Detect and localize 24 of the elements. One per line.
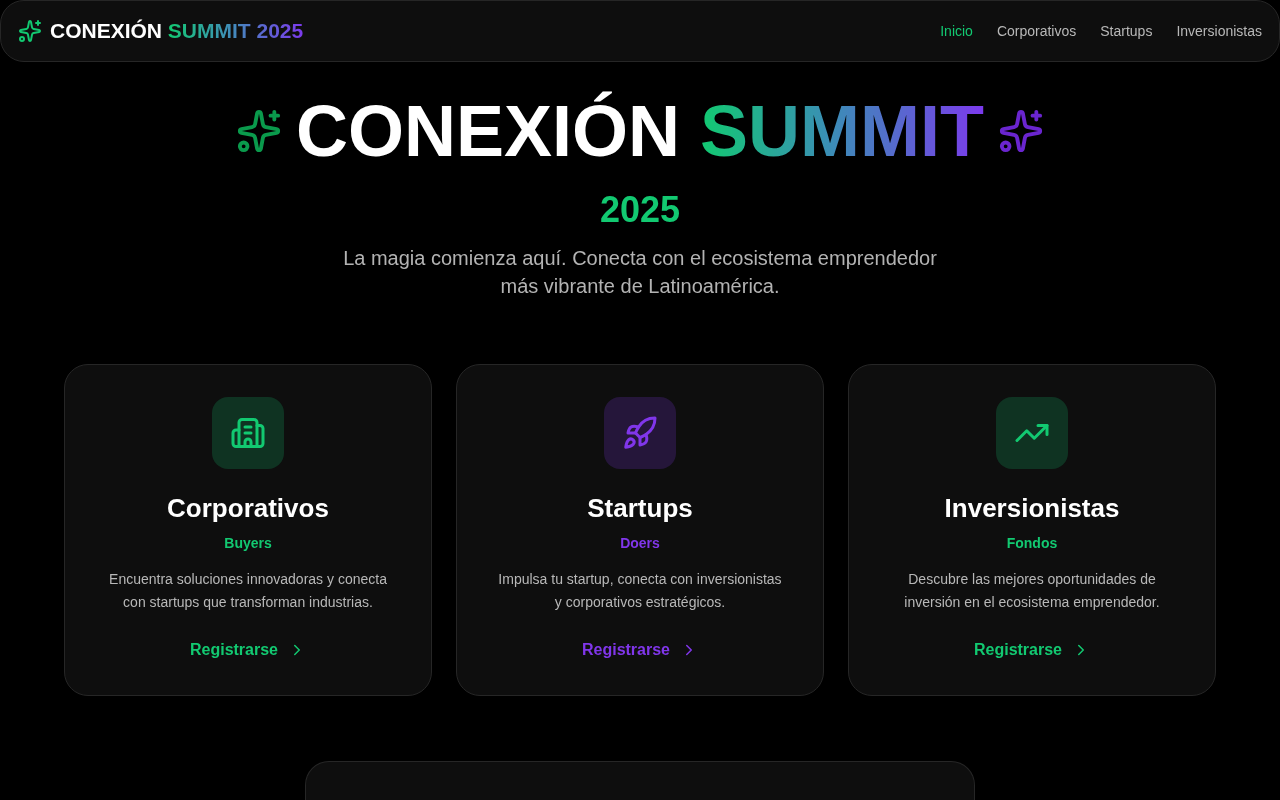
card-description: Impulsa tu startup, conecta con inversionistas y corporativos estratégicos. bbox=[497, 570, 783, 612]
nav-link[interactable]: Corporativos bbox=[996, 23, 1077, 39]
hero-title: CONEXIÓN SUMMIT bbox=[296, 90, 984, 173]
building-icon bbox=[212, 397, 284, 469]
register-link[interactable]: Registrarse bbox=[189, 640, 306, 660]
nav-link[interactable]: Inversionistas bbox=[1176, 23, 1262, 39]
card-tag: Fondos bbox=[1006, 534, 1058, 552]
nav-link[interactable]: Startups bbox=[1100, 23, 1153, 39]
rocket-icon bbox=[604, 397, 676, 469]
sparkle-icon bbox=[998, 108, 1044, 154]
hero-tagline: La magia comienza aquí. Conecta con el ecosistema emprendedor más vibrante de Latinoamérica. bbox=[342, 246, 938, 299]
card-description: Encuentra soluciones innovadoras y conecta con startups que transforman industrias. bbox=[108, 570, 388, 612]
event-year: 2025 bbox=[599, 190, 681, 230]
card-title: Corporativos bbox=[167, 492, 329, 524]
card-tag: Buyers bbox=[224, 534, 272, 552]
card-title: Startups bbox=[587, 492, 693, 524]
register-link[interactable]: Registrarse bbox=[973, 640, 1090, 660]
sparkle-icon bbox=[236, 108, 282, 154]
card-tag: Doers bbox=[620, 534, 660, 552]
sparkle-icon bbox=[18, 19, 42, 43]
card-description: Descubre las mejores oportunidades de inversión en el ecosistema emprendedor. bbox=[903, 570, 1161, 612]
trend-up-icon bbox=[996, 397, 1068, 469]
card-title: Inversionistas bbox=[944, 492, 1120, 524]
nav-link[interactable]: Inicio bbox=[940, 23, 973, 39]
